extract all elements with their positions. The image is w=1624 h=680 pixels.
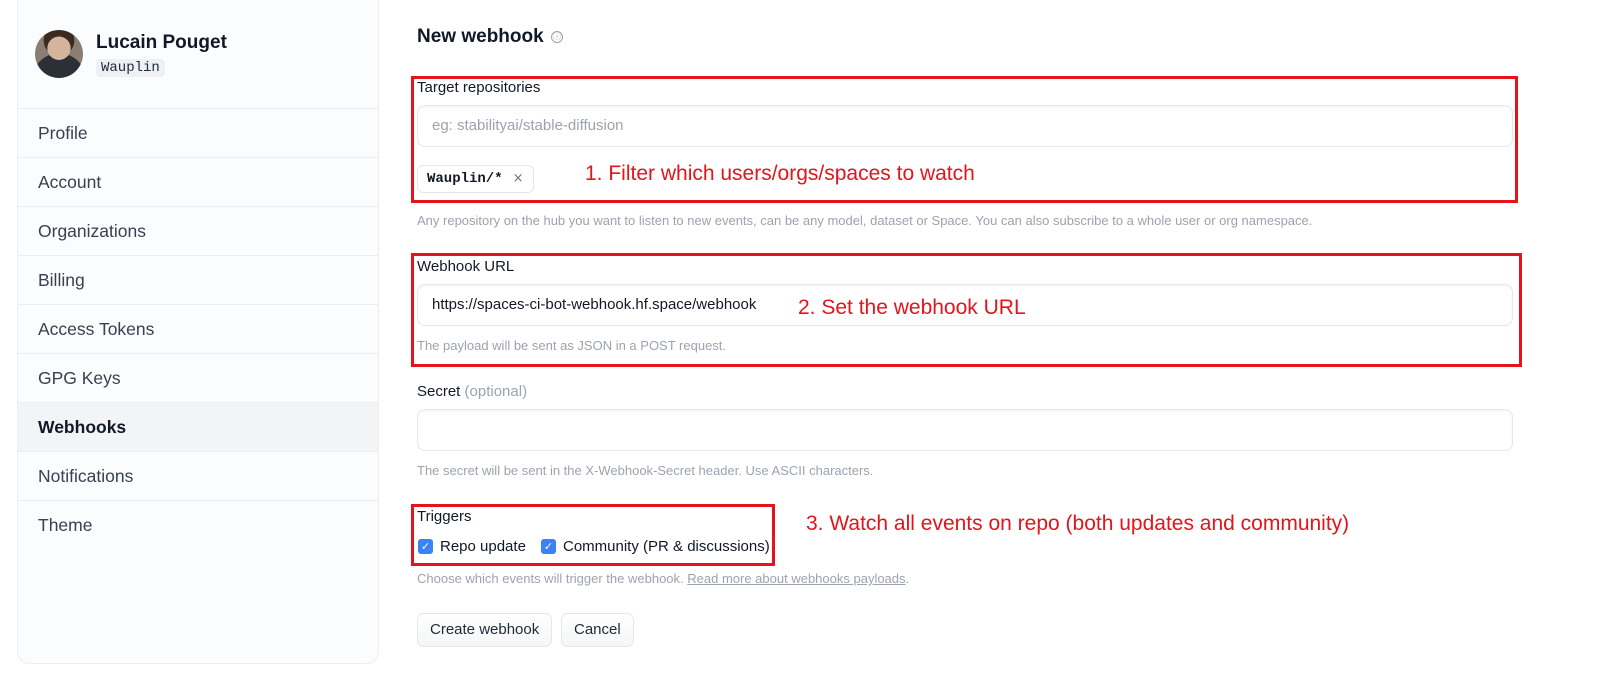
secret-help: The secret will be sent in the X-Webhook… bbox=[417, 463, 874, 478]
sidebar-item-access-tokens[interactable]: Access Tokens bbox=[18, 305, 378, 354]
target-repos-help: Any repository on the hub you want to li… bbox=[417, 213, 1313, 228]
annotation-step3: 3. Watch all events on repo (both update… bbox=[806, 512, 1350, 535]
user-name: Lucain Pouget bbox=[96, 32, 227, 53]
secret-optional-label: (optional) bbox=[464, 383, 528, 400]
annotation-box-step3 bbox=[411, 504, 775, 566]
sidebar-item-billing[interactable]: Billing bbox=[18, 256, 378, 305]
sidebar-item-theme[interactable]: Theme bbox=[18, 501, 378, 550]
webhooks-payloads-link[interactable]: Read more about webhooks payloads bbox=[687, 571, 905, 586]
sidebar-item-gpg-keys[interactable]: GPG Keys bbox=[18, 354, 378, 403]
secret-label: Secret (optional) bbox=[417, 383, 527, 400]
create-webhook-button[interactable]: Create webhook bbox=[417, 613, 553, 647]
secret-input[interactable] bbox=[417, 409, 1513, 451]
page-title: New webhook bbox=[417, 26, 544, 47]
annotation-step2: 2. Set the webhook URL bbox=[798, 296, 1026, 319]
secret-label-text: Secret bbox=[417, 383, 461, 400]
cancel-button[interactable]: Cancel bbox=[561, 613, 634, 647]
triggers-help-text: Choose which events will trigger the web… bbox=[417, 571, 684, 586]
triggers-help-suffix: . bbox=[905, 571, 910, 586]
sidebar-item-organizations[interactable]: Organizations bbox=[18, 207, 378, 256]
sidebar-item-profile[interactable]: Profile bbox=[18, 109, 378, 158]
sidebar-item-account[interactable]: Account bbox=[18, 158, 378, 207]
sidebar-item-notifications[interactable]: Notifications bbox=[18, 452, 378, 501]
user-profile: Lucain Pouget Wauplin bbox=[18, 0, 378, 109]
triggers-help: Choose which events will trigger the web… bbox=[417, 571, 909, 586]
sidebar-item-webhooks[interactable]: Webhooks bbox=[18, 403, 378, 452]
user-handle: Wauplin bbox=[96, 59, 165, 77]
avatar[interactable] bbox=[35, 30, 83, 78]
annotation-step1: 1. Filter which users/orgs/spaces to wat… bbox=[585, 162, 975, 185]
settings-sidebar: Lucain Pouget Wauplin Profile Account Or… bbox=[17, 0, 379, 664]
info-icon[interactable]: ⓘ bbox=[551, 31, 563, 43]
